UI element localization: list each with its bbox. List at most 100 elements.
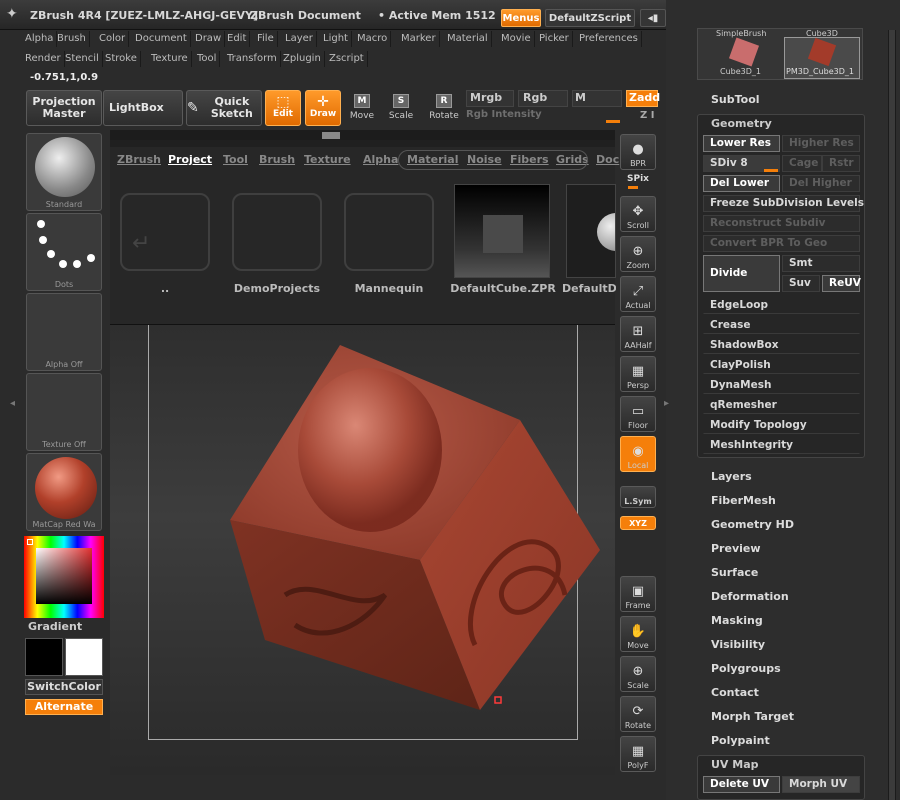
menu-layer[interactable]: Layer <box>282 31 317 47</box>
rgb-intensity-handle[interactable] <box>606 120 620 123</box>
shelf-scroll-button[interactable]: ✥ Scroll <box>620 196 656 232</box>
menu-zscript[interactable]: Zscript <box>326 51 368 67</box>
divide-button[interactable]: Divide <box>703 255 780 292</box>
material-slot[interactable]: MatCap Red Wa <box>26 453 102 531</box>
spix-slider[interactable]: SPix <box>620 174 656 190</box>
section-deformation[interactable]: Deformation <box>711 590 789 603</box>
palette-scroll-handle[interactable] <box>889 30 895 800</box>
lightbox-item-mannequin[interactable]: Mannequin <box>344 282 434 295</box>
left-tray-arrow-icon[interactable]: ◂ <box>10 398 15 409</box>
menu-document[interactable]: Document <box>132 31 191 47</box>
delete-uv-button[interactable]: Delete UV <box>703 776 780 793</box>
section-polypaint[interactable]: Polypaint <box>711 734 770 747</box>
canvas-scrollbar[interactable] <box>110 130 615 140</box>
shelf-aahalf-button[interactable]: ⊞ AAHalf <box>620 316 656 352</box>
geometry-edgeloop[interactable]: EdgeLoop <box>703 297 860 314</box>
switchcolor-button[interactable]: SwitchColor <box>25 679 103 695</box>
folder-demoprojects-icon[interactable] <box>232 193 322 271</box>
gradient-label[interactable]: Gradient <box>28 620 82 633</box>
section-contact[interactable]: Contact <box>711 686 759 699</box>
menu-render[interactable]: Render <box>22 51 65 67</box>
rotate-button[interactable]: R Rotate <box>428 92 460 128</box>
scale-button[interactable]: S Scale <box>385 92 417 128</box>
lightbox-item-defaultcube[interactable]: DefaultCube.ZPR <box>448 282 558 295</box>
section-masking[interactable]: Masking <box>711 614 763 627</box>
move-button[interactable]: M Move <box>346 92 378 128</box>
lightbox-item-up[interactable]: .. <box>150 282 180 295</box>
section-visibility[interactable]: Visibility <box>711 638 765 651</box>
menus-button[interactable]: Menus <box>501 9 541 27</box>
cage-button[interactable]: Cage <box>782 155 822 172</box>
menu-zplugin[interactable]: Zplugin <box>280 51 325 67</box>
menu-texture[interactable]: Texture <box>148 51 192 67</box>
shelf-bpr-button[interactable]: ● BPR <box>620 134 656 170</box>
reuv-button[interactable]: ReUV <box>822 275 861 292</box>
zadd-button[interactable]: Zadd <box>626 90 660 107</box>
shelf-zoom-button[interactable]: ⊕ Zoom <box>620 236 656 272</box>
m-button[interactable]: M <box>572 90 622 107</box>
tool-thumb-cube3d-1[interactable]: Cube3D_1 <box>720 67 761 76</box>
shelf-lsym-button[interactable]: L.Sym <box>620 486 656 508</box>
shelf-frame-button[interactable]: ▣ Frame <box>620 576 656 612</box>
lightbox-pager[interactable] <box>398 150 588 170</box>
edit-button[interactable]: ⬚ Edit <box>265 90 301 126</box>
rgb-button[interactable]: Rgb <box>518 90 568 107</box>
higher-res-button[interactable]: Higher Res <box>782 135 860 152</box>
morph-uv-button[interactable]: Morph UV <box>782 776 860 793</box>
lightbox-item-defaultd[interactable]: DefaultD <box>562 282 616 295</box>
folder-mannequin-icon[interactable] <box>344 193 434 271</box>
menu-edit[interactable]: Edit <box>224 31 251 47</box>
lightbox-tab-zbrush[interactable]: ZBrush <box>117 153 161 166</box>
shelf-polyf-button[interactable]: ▦ PolyF <box>620 736 656 772</box>
reconstruct-subdiv-button[interactable]: Reconstruct Subdiv <box>703 215 860 232</box>
menu-alpha[interactable]: Alpha <box>22 31 58 47</box>
quick-sketch-button[interactable]: ✎ Quick Sketch <box>186 90 262 126</box>
section-surface[interactable]: Surface <box>711 566 758 579</box>
right-tray-arrow-icon[interactable]: ▸ <box>664 398 669 409</box>
lightbox-tab-tool[interactable]: Tool <box>223 153 248 166</box>
menu-file[interactable]: File <box>254 31 278 47</box>
lightbox-tab-alpha[interactable]: Alpha <box>363 153 398 166</box>
rstr-button[interactable]: Rstr <box>822 155 860 172</box>
lightbox-tab-brush[interactable]: Brush <box>259 153 295 166</box>
lightbox-button[interactable]: LightBox <box>103 90 183 126</box>
main-color-swatch[interactable] <box>65 638 103 676</box>
uvmap-header[interactable]: UV Map <box>711 758 759 771</box>
section-polygroups[interactable]: Polygroups <box>711 662 781 675</box>
spix-handle[interactable] <box>628 186 638 189</box>
cube3d-1-icon[interactable] <box>728 37 760 67</box>
del-higher-button[interactable]: Del Higher <box>782 175 860 192</box>
menu-movie[interactable]: Movie <box>498 31 535 47</box>
cube-3d-model[interactable] <box>225 345 605 735</box>
alternate-button[interactable]: Alternate <box>25 699 103 715</box>
geometry-dynamesh[interactable]: DynaMesh <box>703 377 860 394</box>
menu-preferences[interactable]: Preferences <box>576 31 642 47</box>
geometry-modify-topology[interactable]: Modify Topology <box>703 417 860 434</box>
sdiv-slider[interactable]: SDiv 8 <box>703 155 780 172</box>
subtool-section[interactable]: SubTool <box>711 93 760 106</box>
lightbox-tab-texture[interactable]: Texture <box>304 153 351 166</box>
menu-material[interactable]: Material <box>444 31 492 47</box>
defaultcube-thumbnail[interactable] <box>454 184 550 278</box>
suv-button[interactable]: Suv <box>782 275 820 292</box>
lower-res-button[interactable]: Lower Res <box>703 135 780 152</box>
defaultd-thumbnail[interactable] <box>566 184 616 278</box>
draw-button[interactable]: ✛ Draw <box>305 90 341 126</box>
shelf-scale-button[interactable]: ⊕ Scale <box>620 656 656 692</box>
section-preview[interactable]: Preview <box>711 542 761 555</box>
secondary-color-swatch[interactable] <box>25 638 63 676</box>
color-saturation-square[interactable] <box>36 548 92 604</box>
lightbox-tab-project[interactable]: Project <box>168 153 212 166</box>
geometry-meshintegrity[interactable]: MeshIntegrity <box>703 437 860 454</box>
canvas-scroll-handle[interactable] <box>322 132 340 139</box>
tool-thumb-pm3d[interactable]: PM3D_Cube3D_1 <box>786 67 854 76</box>
del-lower-button[interactable]: Del Lower <box>703 175 780 192</box>
shelf-xyz-button[interactable]: XYZ <box>620 516 656 530</box>
folder-up-icon[interactable]: ↵ <box>120 193 210 271</box>
shelf-move-button[interactable]: ✋ Move <box>620 616 656 652</box>
color-picker[interactable] <box>24 536 104 618</box>
menu-picker[interactable]: Picker <box>536 31 573 47</box>
geometry-header[interactable]: Geometry <box>711 117 772 130</box>
menu-macro[interactable]: Macro <box>354 31 392 47</box>
rgb-intensity-slider[interactable]: Rgb Intensity <box>466 109 626 123</box>
